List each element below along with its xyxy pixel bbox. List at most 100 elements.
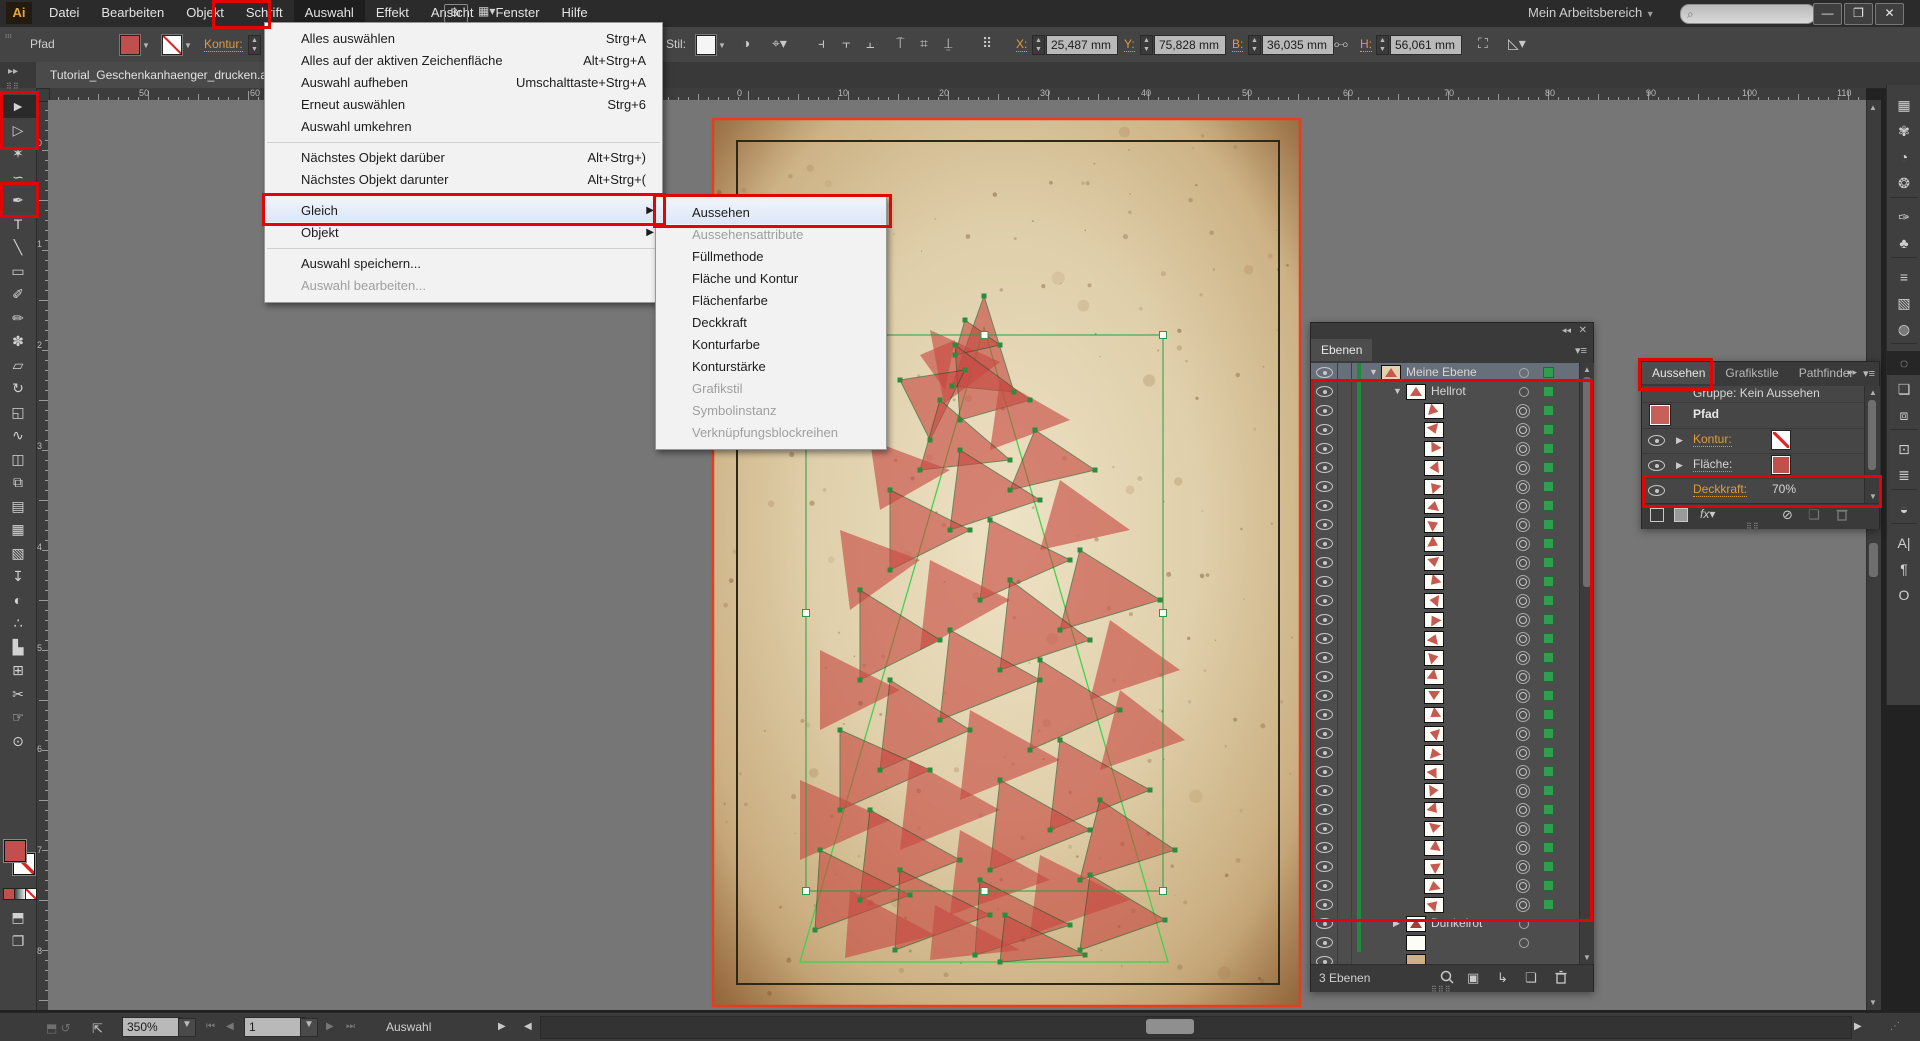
panel-resize-grip[interactable]: ⠿⠿⠿ <box>1431 985 1452 994</box>
width-value-field[interactable]: 36,035 mm <box>1262 35 1334 55</box>
layer-visibility-eye-icon[interactable] <box>1316 937 1333 948</box>
auswahl-item-alles-auswählen[interactable]: Alles auswählenStrg+A <box>265 28 662 50</box>
layer-visibility-eye-icon[interactable] <box>1316 557 1333 568</box>
anchor-point[interactable] <box>988 518 993 523</box>
layer-visibility-eye-icon[interactable] <box>1316 861 1333 872</box>
layer-row-path[interactable] <box>1311 876 1593 896</box>
new-effect-icon[interactable]: fx▾ <box>1700 507 1715 521</box>
layer-visibility-eye-icon[interactable] <box>1316 766 1333 777</box>
anchor-point[interactable] <box>1028 398 1033 403</box>
mesh-tool[interactable]: ▦ <box>0 518 36 541</box>
arrange-documents-icon[interactable]: ▦▾ <box>478 4 508 22</box>
transform-reference-icon[interactable]: ⌖▾ <box>772 35 787 52</box>
pencil-tool[interactable]: ✏ <box>0 307 36 330</box>
target-circle-icon[interactable] <box>1516 670 1530 684</box>
perspective-grid-tool[interactable]: ▤ <box>0 495 36 518</box>
fill-expander-icon[interactable]: ▶ <box>1676 456 1683 475</box>
workspace-switcher[interactable]: Mein Arbeitsbereich ▼ <box>1528 5 1655 20</box>
layer-row-path[interactable] <box>1311 439 1593 459</box>
dock-collapse-icon[interactable]: ▸▸ <box>8 66 18 77</box>
anchor-point[interactable] <box>1012 390 1017 395</box>
path-thumbnail[interactable] <box>1424 669 1444 685</box>
fill-dropdown-arrow[interactable]: ▼ <box>142 41 150 50</box>
opentype-panel-icon[interactable]: O <box>1887 583 1920 607</box>
target-circle-icon[interactable] <box>1516 898 1530 912</box>
path-thumbnail[interactable] <box>1424 707 1444 723</box>
anchor-point[interactable] <box>868 808 873 813</box>
resize-grip-icon[interactable]: ⋰ <box>1890 1021 1900 1032</box>
layer-visibility-eye-icon[interactable] <box>1316 918 1333 929</box>
eyedropper-tool[interactable]: ↧ <box>0 565 36 588</box>
brushes-panel-icon[interactable]: ✑ <box>1887 205 1920 229</box>
target-circle-icon[interactable] <box>1516 575 1530 589</box>
x-stepper[interactable]: ▲▼ <box>1032 35 1045 55</box>
blend-tool[interactable]: ◐ <box>0 589 36 612</box>
anchor-point[interactable] <box>958 858 963 863</box>
fill-color-indicator[interactable] <box>4 840 26 862</box>
hand-tool[interactable]: ☞ <box>0 706 36 729</box>
layer-visibility-eye-icon[interactable] <box>1316 462 1333 473</box>
path-thumbnail[interactable] <box>1424 726 1444 742</box>
target-circle-icon[interactable] <box>1516 442 1530 456</box>
layer-row-path[interactable] <box>1311 572 1593 592</box>
anchor-point[interactable] <box>928 768 933 773</box>
target-circle-icon[interactable] <box>1516 746 1530 760</box>
opacity-attribute-row[interactable]: Deckkraft: 70% <box>1642 478 1879 503</box>
swatches-panel-icon[interactable]: ▦ <box>1887 93 1920 117</box>
fill-attribute-row[interactable]: ▶ Fläche: <box>1642 453 1879 479</box>
anchor-point[interactable] <box>813 928 818 933</box>
layer-visibility-eye-icon[interactable] <box>1316 690 1333 701</box>
layer-row-path[interactable] <box>1311 591 1593 611</box>
auswahl-item-objekt[interactable]: Objekt▶ <box>265 222 662 244</box>
close-button[interactable]: ✕ <box>1875 3 1904 25</box>
previous-artboard-icon[interactable]: ◀ <box>226 1021 234 1032</box>
layer-row-path[interactable] <box>1311 857 1593 877</box>
anchor-point[interactable] <box>1118 708 1123 713</box>
document-tab[interactable]: Tutorial_Geschenkanhaenger_drucken.ai* <box>36 62 289 88</box>
width-tool[interactable]: ∿ <box>0 424 36 447</box>
layer-visibility-eye-icon[interactable] <box>1316 785 1333 796</box>
stroke-weight-label[interactable]: Kontur: <box>204 37 243 52</box>
shear-icon[interactable]: ◺▾ <box>1508 35 1526 52</box>
search-input[interactable]: ⌕ <box>1680 4 1816 24</box>
layer-visibility-eye-icon[interactable] <box>1316 956 1333 964</box>
path-thumbnail[interactable] <box>1424 859 1444 875</box>
target-circle-icon[interactable] <box>1519 368 1529 378</box>
anchor-point[interactable] <box>973 953 978 958</box>
anchor-point[interactable] <box>928 438 933 443</box>
anchor-point[interactable] <box>1058 628 1063 633</box>
style-swatch[interactable] <box>696 35 716 55</box>
layer-row-hellrot[interactable]: ▼Hellrot <box>1311 382 1593 402</box>
anchor-point[interactable] <box>1093 468 1098 473</box>
layer-row-path[interactable] <box>1311 724 1593 744</box>
anchor-point[interactable] <box>918 468 923 473</box>
anchor-point[interactable] <box>908 893 913 898</box>
anchor-point[interactable] <box>1038 658 1043 663</box>
layer-visibility-eye-icon[interactable] <box>1316 652 1333 663</box>
next-artboard-icon[interactable]: ▶ <box>326 1021 334 1032</box>
path-thumbnail[interactable] <box>1424 821 1444 837</box>
magic-wand-tool[interactable]: ✶ <box>0 142 36 165</box>
align-bottom-icon[interactable]: ⍊ <box>944 35 952 52</box>
layer-visibility-eye-icon[interactable] <box>1316 804 1333 815</box>
layer-visibility-eye-icon[interactable] <box>1316 671 1333 682</box>
tab-grafikstile[interactable]: Grafikstile <box>1715 362 1788 384</box>
color-guide-panel-icon[interactable]: ◔ <box>1887 145 1920 169</box>
appearance-scroll-thumb[interactable] <box>1868 400 1876 470</box>
lasso-tool[interactable]: ∽ <box>0 166 36 189</box>
align-top-icon[interactable]: ⍑ <box>896 35 904 52</box>
layer-row-path[interactable] <box>1311 553 1593 573</box>
align-panel-icon[interactable]: ≣ <box>1887 463 1920 487</box>
layers-scroll-up-icon[interactable]: ▲ <box>1583 365 1591 374</box>
anchor-point[interactable] <box>938 638 943 643</box>
target-circle-icon[interactable] <box>1516 765 1530 779</box>
target-circle-icon[interactable] <box>1519 919 1529 929</box>
anchor-point[interactable] <box>1088 828 1093 833</box>
layer-visibility-eye-icon[interactable] <box>1316 576 1333 587</box>
target-circle-icon[interactable] <box>1516 423 1530 437</box>
expand-triangle-icon[interactable]: ▼ <box>1369 363 1378 382</box>
stroke-expander-icon[interactable]: ▶ <box>1676 431 1683 450</box>
menu-datei[interactable]: Datei <box>38 0 90 25</box>
anchor-point[interactable] <box>818 848 823 853</box>
anchor-point[interactable] <box>1038 678 1043 683</box>
